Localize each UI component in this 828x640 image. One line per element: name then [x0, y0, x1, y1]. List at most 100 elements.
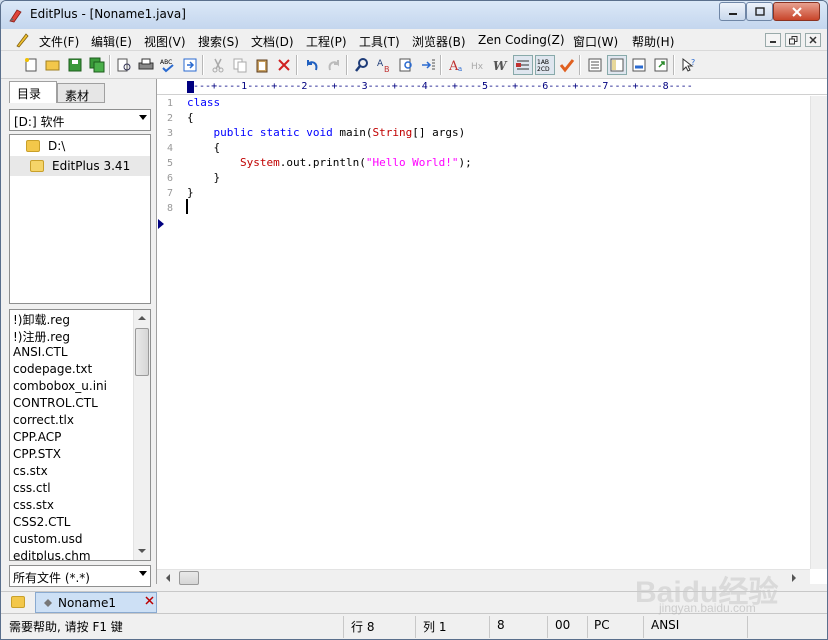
hex-view-button[interactable]: Hx	[469, 55, 489, 75]
redo-button[interactable]	[324, 55, 344, 75]
undo-button[interactable]	[302, 55, 322, 75]
file-item[interactable]: cs.stx	[13, 464, 48, 481]
title-bar: EditPlus - [Noname1.java]	[1, 1, 827, 29]
menu-help[interactable]: 帮助(H)	[632, 33, 674, 50]
file-item[interactable]: css.ctl	[13, 481, 51, 498]
status-encoding[interactable]: ANSI	[651, 618, 679, 636]
drive-dropdown[interactable]: [D:] 软件	[9, 109, 151, 131]
minimize-icon	[770, 41, 776, 43]
cut-button[interactable]	[208, 55, 228, 75]
help-pointer-icon: ?	[682, 57, 695, 72]
file-item[interactable]: CPP.STX	[13, 447, 61, 464]
status-line-ending[interactable]: PC	[594, 618, 610, 636]
ruler-toggle[interactable]: 1AB 2CD	[535, 55, 555, 75]
font-button[interactable]: Aa	[447, 55, 467, 75]
line-number-toggle[interactable]	[513, 55, 533, 75]
paste-button[interactable]	[252, 55, 272, 75]
context-help-button[interactable]: ?	[679, 55, 699, 75]
delete-button[interactable]	[274, 55, 294, 75]
output-window-button[interactable]	[629, 55, 649, 75]
browser-view-button[interactable]	[180, 55, 200, 75]
status-divider	[587, 616, 588, 638]
close-button[interactable]	[773, 2, 820, 21]
cliptext-window-button[interactable]	[607, 55, 627, 75]
code-text: main(	[332, 126, 373, 139]
code-editor[interactable]: ----+----1----+----2----+----3----+----4…	[156, 79, 827, 586]
menu-zen-coding[interactable]: Zen Coding(Z)	[478, 33, 565, 47]
word-wrap-icon: W	[493, 59, 508, 73]
toolbar-separator	[109, 55, 111, 75]
scroll-left-icon[interactable]	[165, 574, 171, 582]
tab-noname1[interactable]: Noname1	[35, 592, 157, 613]
file-item[interactable]: custom.usd	[13, 532, 82, 549]
save-all-button[interactable]	[87, 55, 107, 75]
code-line-7: }	[187, 186, 194, 199]
close-icon	[809, 36, 817, 44]
close-tab-icon[interactable]	[145, 596, 154, 605]
scrollbar-thumb[interactable]	[135, 328, 149, 376]
menu-document[interactable]: 文档(D)	[251, 33, 294, 50]
editor-vertical-scrollbar[interactable]	[810, 96, 827, 569]
file-list: !)卸载.reg !)注册.reg ANSI.CTL codepage.txt …	[9, 309, 151, 561]
file-item[interactable]: !)卸载.reg	[13, 311, 70, 328]
word-wrap-button[interactable]: W	[491, 55, 511, 75]
tree-item-editplus[interactable]: EditPlus 3.41	[10, 156, 150, 176]
menu-tools[interactable]: 工具(T)	[359, 33, 400, 50]
directory-window-icon	[588, 58, 602, 72]
string-literal: "Hello World!"	[365, 156, 459, 169]
scroll-down-icon[interactable]	[138, 548, 146, 554]
menu-file[interactable]: 文件(F)	[39, 33, 79, 50]
document-menu-icon[interactable]	[15, 32, 31, 48]
file-item[interactable]: combobox_u.ini	[13, 379, 107, 396]
minimize-button[interactable]	[719, 2, 746, 21]
tab-directory[interactable]: 目录	[9, 81, 57, 103]
menu-project[interactable]: 工程(P)	[306, 33, 347, 50]
menu-edit[interactable]: 编辑(E)	[91, 33, 132, 50]
menu-search[interactable]: 搜索(S)	[198, 33, 239, 50]
file-item[interactable]: editplus.chm	[13, 549, 91, 560]
file-item[interactable]: CONTROL.CTL	[13, 396, 98, 413]
goto-line-button[interactable]	[418, 55, 438, 75]
menu-view[interactable]: 视图(V)	[144, 33, 186, 50]
save-button[interactable]	[65, 55, 85, 75]
scrollbar-thumb[interactable]	[179, 571, 199, 585]
file-item[interactable]: codepage.txt	[13, 362, 92, 379]
file-filter-dropdown[interactable]: 所有文件 (*.*)	[9, 565, 151, 587]
print-button[interactable]	[136, 55, 156, 75]
mdi-minimize-button[interactable]	[765, 33, 781, 47]
new-file-button[interactable]	[21, 55, 41, 75]
code-line-4: {	[187, 141, 221, 154]
folder-icon[interactable]	[11, 596, 25, 608]
mdi-restore-button[interactable]	[785, 33, 801, 47]
tree-item-drive[interactable]: D:\	[10, 136, 150, 156]
file-item[interactable]: CPP.ACP	[13, 430, 61, 447]
print-preview-button[interactable]	[114, 55, 134, 75]
file-item[interactable]: css.stx	[13, 498, 54, 515]
check-button[interactable]	[557, 55, 577, 75]
editplus-window: EditPlus - [Noname1.java] 文件(F) 编辑(E) 视图…	[0, 0, 828, 640]
fullscreen-button[interactable]	[651, 55, 671, 75]
open-file-button[interactable]	[43, 55, 63, 75]
fullscreen-icon	[654, 58, 668, 72]
copy-button[interactable]	[230, 55, 250, 75]
spell-check-button[interactable]: ABC	[158, 55, 178, 75]
menu-browser[interactable]: 浏览器(B)	[412, 33, 466, 50]
file-item[interactable]: !)注册.reg	[13, 328, 70, 345]
save-all-icon	[89, 57, 105, 73]
scroll-up-icon[interactable]	[138, 315, 146, 321]
file-list-scrollbar[interactable]	[133, 310, 150, 560]
tab-cliptext[interactable]: 素材	[57, 83, 105, 103]
spell-check-icon: ABC	[160, 59, 174, 73]
file-item[interactable]: CSS2.CTL	[13, 515, 70, 532]
find-in-files-button[interactable]	[396, 55, 416, 75]
scroll-right-icon[interactable]	[791, 574, 797, 582]
mdi-close-button[interactable]	[805, 33, 821, 47]
maximize-button[interactable]	[746, 2, 773, 21]
file-item[interactable]: correct.tlx	[13, 413, 74, 430]
replace-button[interactable]: AB	[374, 55, 394, 75]
menu-window[interactable]: 窗口(W)	[573, 33, 618, 50]
copy-icon	[233, 58, 247, 73]
directory-window-button[interactable]	[585, 55, 605, 75]
file-item[interactable]: ANSI.CTL	[13, 345, 68, 362]
find-button[interactable]	[352, 55, 372, 75]
